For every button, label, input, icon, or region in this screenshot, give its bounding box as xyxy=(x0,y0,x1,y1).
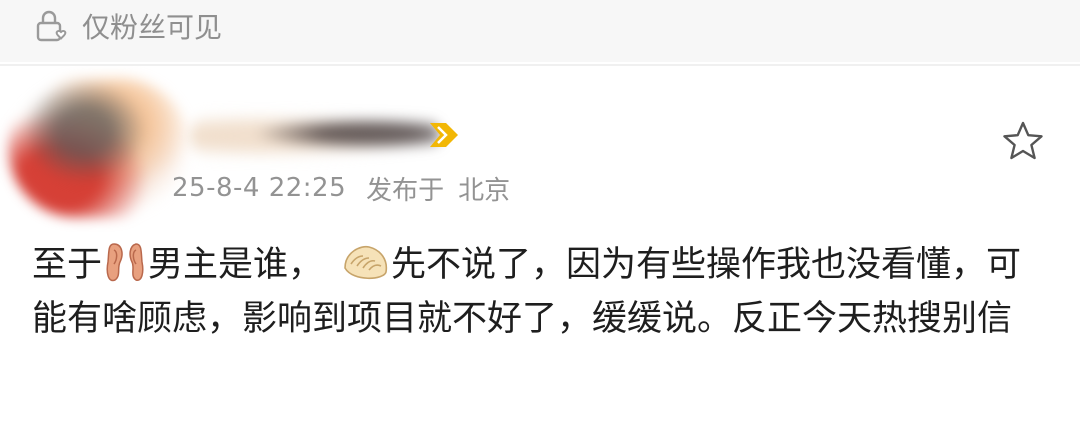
author-name[interactable] xyxy=(190,112,440,160)
post-timestamp: 25-8-4 22:25 xyxy=(172,173,347,203)
post-content: 至于 男主是谁， 先不说了，因为有些操作我也没看懂，可能有啥顾虑，影响到项目就不… xyxy=(32,238,1042,346)
visibility-indicator: 仅粉丝可见 xyxy=(34,6,222,46)
post-meta: 25-8-4 22:25 发布于 北京 xyxy=(172,168,510,208)
vip-chevron-icon xyxy=(430,123,458,147)
ear-emoji xyxy=(102,240,148,284)
visibility-bar: 仅粉丝可见 xyxy=(0,0,1080,62)
dumpling-emoji xyxy=(341,242,391,284)
post-text-part1: 至于 xyxy=(32,245,103,285)
visibility-label: 仅粉丝可见 xyxy=(82,11,223,44)
star-outline-icon xyxy=(1003,121,1043,160)
lock-heart-icon xyxy=(36,10,67,42)
avatar[interactable] xyxy=(8,78,190,218)
location-label: 北京 xyxy=(458,175,511,206)
post-text-part2: 男主是谁， xyxy=(148,245,324,285)
published-label: 发布于 xyxy=(366,175,445,206)
header-divider xyxy=(0,64,1080,66)
post-location: 发布于 北京 xyxy=(366,170,510,207)
favorite-button[interactable] xyxy=(1000,118,1046,164)
